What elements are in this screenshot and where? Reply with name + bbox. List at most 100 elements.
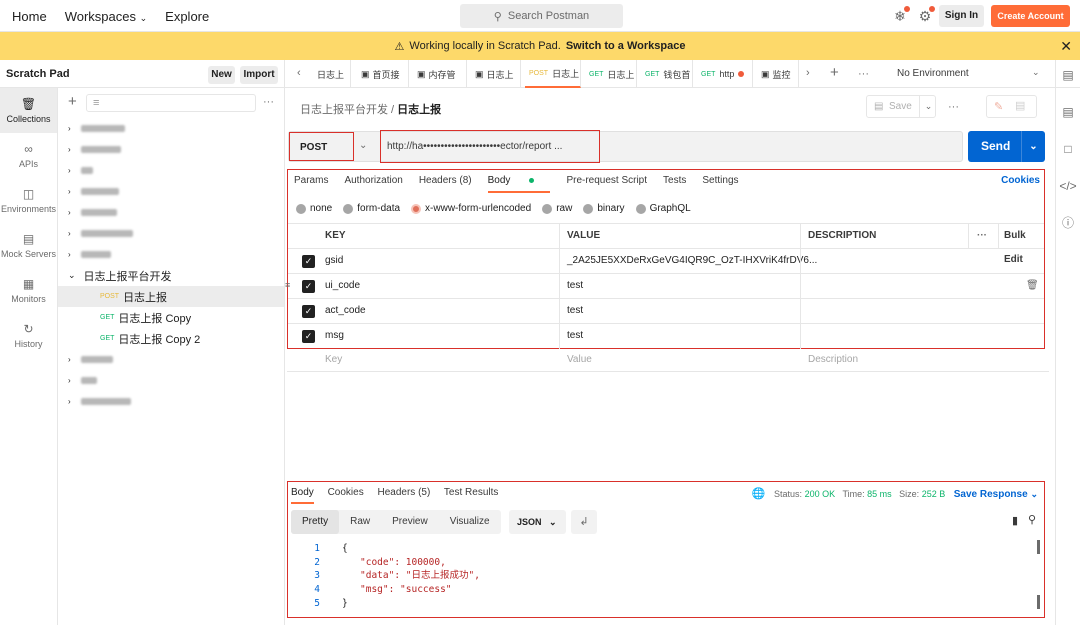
format-select[interactable]: JSON ⌄ (509, 510, 566, 534)
save-button[interactable]: ▤ Save ⌄ (866, 95, 936, 118)
switch-workspace-link[interactable]: Switch to a Workspace (566, 40, 686, 52)
rail-environments[interactable]: ◫ Environments (0, 178, 57, 223)
more-icon[interactable]: ··· (977, 224, 987, 249)
param-value[interactable]: test (567, 324, 583, 349)
satellite-icon[interactable]: ❄ (892, 6, 910, 24)
filter-input[interactable]: ≡ (86, 94, 256, 112)
import-button[interactable]: Import (240, 66, 278, 84)
param-value[interactable]: _2A25JE5XXDeRxGeVG4IQR9C_OzT-IHXVriK4frD… (567, 249, 817, 274)
more-icon[interactable]: ··· (948, 101, 959, 113)
info-icon[interactable]: ⓘ (1056, 208, 1080, 245)
request-tab[interactable]: ▣ 监控 (757, 60, 799, 88)
body-mode-graphql[interactable]: GraphQL (635, 203, 691, 214)
param-value[interactable]: test (567, 299, 583, 324)
more-icon[interactable]: ··· (858, 68, 869, 80)
list-item[interactable]: › (58, 202, 284, 223)
view-preview[interactable]: Preview (381, 510, 439, 534)
comments-icon[interactable]: □ (1056, 134, 1080, 171)
checkbox-checked[interactable]: ✓ (302, 330, 315, 343)
new-button[interactable]: New (208, 66, 235, 84)
request-item[interactable]: GET 日志上报 Copy 2 (58, 328, 284, 349)
chevron-right-icon[interactable]: › (806, 67, 810, 79)
view-pretty[interactable]: Pretty (291, 510, 340, 534)
list-item[interactable]: › (58, 181, 284, 202)
list-item[interactable]: › (58, 391, 284, 412)
checkbox-checked[interactable]: ✓ (302, 280, 315, 293)
nav-explore[interactable]: Explore (165, 9, 209, 24)
tab-tests[interactable]: Tests (663, 175, 686, 193)
globe-icon[interactable]: 🌐 (752, 488, 766, 500)
add-icon[interactable]: + (68, 93, 77, 110)
method-select[interactable]: POST (289, 132, 354, 161)
cookies-link[interactable]: Cookies (1001, 175, 1040, 186)
param-key[interactable]: gsid (325, 249, 343, 274)
breadcrumb-parent[interactable]: 日志上报平台开发 (300, 104, 388, 116)
environment-select[interactable]: No Environment (897, 68, 969, 79)
url-input[interactable]: http://ha••••••••••••••••••••••ector/rep… (380, 130, 600, 163)
code-icon[interactable]: </> (1056, 171, 1080, 208)
tab-response-body[interactable]: Body (291, 487, 314, 504)
param-key[interactable]: ui_code (325, 274, 360, 299)
request-tab[interactable]: ▣ 内存管 (413, 60, 467, 88)
nav-home[interactable]: Home (12, 9, 47, 24)
chevron-down-icon[interactable]: ⌄ (1032, 67, 1040, 78)
more-icon[interactable]: ··· (263, 96, 274, 108)
body-mode-raw[interactable]: raw (542, 203, 572, 214)
rail-history[interactable]: ↻ History (0, 313, 57, 358)
list-item[interactable]: › (58, 349, 284, 370)
param-key[interactable]: act_code (325, 299, 366, 324)
collection-folder[interactable]: ⌄ 日志上报平台开发 (58, 265, 284, 286)
body-mode-form-data[interactable]: form-data (343, 203, 400, 214)
list-item[interactable]: › (58, 139, 284, 160)
rail-collections[interactable]: 🗑 Collections (0, 88, 57, 133)
body-mode-none[interactable]: none (296, 203, 332, 214)
rail-apis[interactable]: ∞ APIs (0, 133, 57, 178)
rail-mock-servers[interactable]: ▤ Mock Servers (0, 223, 57, 268)
close-icon[interactable]: ✕ (1060, 38, 1072, 55)
request-tab[interactable]: GET 钱包首 (641, 60, 693, 88)
body-mode-binary[interactable]: binary (583, 203, 625, 214)
new-key-input[interactable]: Key (325, 354, 342, 365)
request-tab[interactable]: GET 日志上 (585, 60, 637, 88)
edit-toggle[interactable]: ✎ ▤ (986, 95, 1037, 118)
new-value-input[interactable]: Value (567, 354, 592, 365)
request-item[interactable]: POST 日志上报 (58, 286, 284, 307)
param-value[interactable]: test (567, 274, 583, 299)
checkbox-checked[interactable]: ✓ (302, 255, 315, 268)
trash-icon[interactable]: 🗑 (1026, 274, 1039, 299)
chevron-down-icon[interactable]: ⌄ (359, 140, 367, 151)
documentation-icon[interactable]: ▤ (1056, 97, 1080, 134)
tab-response-headers[interactable]: Headers (5) (378, 487, 431, 498)
create-account-button[interactable]: Create Account (991, 5, 1070, 27)
sign-in-button[interactable]: Sign In (939, 5, 984, 27)
tab-test-results[interactable]: Test Results (444, 487, 498, 498)
bulk-edit-link[interactable]: Bulk Edit (1004, 224, 1044, 265)
add-tab-icon[interactable]: + (830, 64, 839, 81)
list-item[interactable]: › (58, 223, 284, 244)
view-raw[interactable]: Raw (339, 510, 381, 534)
list-item[interactable]: › (58, 370, 284, 391)
body-mode-urlencoded[interactable]: x-www-form-urlencoded (411, 203, 531, 214)
param-key[interactable]: msg (325, 324, 344, 349)
new-description-input[interactable]: Description (808, 354, 858, 365)
save-response-button[interactable]: Save Response ⌄ (954, 489, 1038, 500)
tab-authorization[interactable]: Authorization (344, 175, 402, 193)
chevron-left-icon[interactable]: ‹ (297, 67, 301, 79)
list-item[interactable]: › (58, 118, 284, 139)
rail-monitors[interactable]: ▦ Monitors (0, 268, 57, 313)
scrollbar[interactable] (1037, 595, 1040, 609)
copy-icon[interactable]: ▮ (1012, 514, 1018, 527)
chevron-down-icon[interactable]: ⌄ (919, 96, 937, 117)
wrap-lines-icon[interactable]: ↲ (571, 510, 597, 534)
list-item[interactable]: › (58, 244, 284, 265)
view-visualize[interactable]: Visualize (439, 510, 501, 534)
request-tab[interactable]: GET http (697, 60, 753, 88)
gear-icon[interactable]: ⚙ (917, 6, 935, 24)
tab-pre-request-script[interactable]: Pre-request Script (566, 175, 647, 193)
tab-body[interactable]: Body (487, 175, 551, 193)
chevron-down-icon[interactable]: ⌄ (1021, 131, 1045, 162)
tab-response-cookies[interactable]: Cookies (328, 487, 364, 498)
list-item[interactable]: › (58, 160, 284, 181)
search-icon[interactable]: ⚲ (1028, 513, 1036, 526)
request-tab[interactable]: ▣ 首页接 (357, 60, 409, 88)
